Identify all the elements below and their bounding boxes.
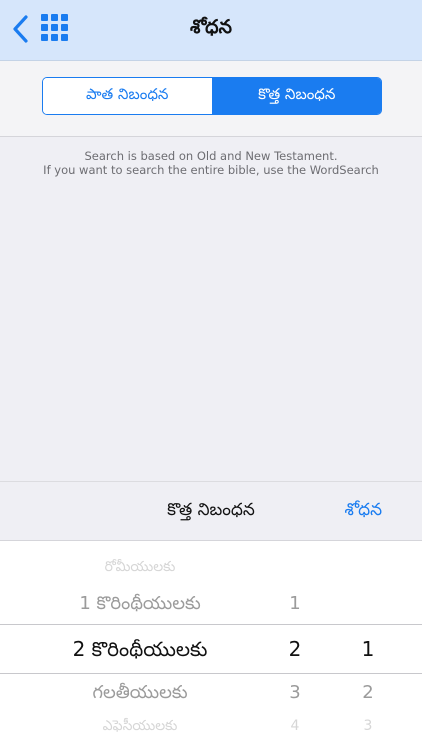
book-chapter-verse-picker[interactable]: రోమీయులకు 1 కొరింథీయులకు 2 కొరింథీయులకు … bbox=[0, 540, 422, 751]
picker-book-option[interactable]: గలతీయులకు bbox=[0, 682, 280, 707]
picker-chapter-option[interactable]: 4 bbox=[270, 718, 320, 734]
picker-book-option[interactable]: 1 కొరింథీయులకు bbox=[0, 593, 280, 618]
segment-new-testament[interactable]: కొత్త నిబంధన bbox=[211, 78, 381, 114]
page-title: శోధన bbox=[190, 16, 232, 38]
picker-chapter-selected[interactable]: 2 bbox=[270, 637, 320, 661]
testament-selector-area: పాత నిబంధన కొత్త నిబంధన bbox=[0, 61, 422, 137]
search-button[interactable]: శోధన bbox=[345, 500, 382, 524]
picker-book-option[interactable]: రోమీయులకు bbox=[0, 559, 280, 578]
navigation-bar: శోధన bbox=[0, 0, 422, 61]
picker-book-option[interactable]: ఎఫెసీయులకు bbox=[0, 718, 280, 737]
picker-verse-option[interactable]: 2 bbox=[343, 682, 393, 703]
info-line-1: Search is based on Old and New Testament… bbox=[84, 149, 338, 163]
picker-toolbar: కొత్త నిబంధన శోధన bbox=[0, 481, 422, 540]
info-line-2: If you want to search the entire bible, … bbox=[43, 163, 379, 177]
testament-segmented-control: పాత నిబంధన కొత్త నిబంధన bbox=[42, 77, 382, 115]
picker-chapter-option[interactable]: 3 bbox=[270, 682, 320, 703]
picker-book-selected[interactable]: 2 కొరింథీయులకు bbox=[0, 637, 280, 666]
picker-verse-option[interactable]: 3 bbox=[343, 718, 393, 734]
segment-old-testament[interactable]: పాత నిబంధన bbox=[43, 78, 212, 114]
picker-verse-selected[interactable]: 1 bbox=[343, 637, 393, 661]
picker-chapter-option[interactable]: 1 bbox=[270, 593, 320, 614]
search-info: Search is based on Old and New Testament… bbox=[0, 149, 422, 177]
